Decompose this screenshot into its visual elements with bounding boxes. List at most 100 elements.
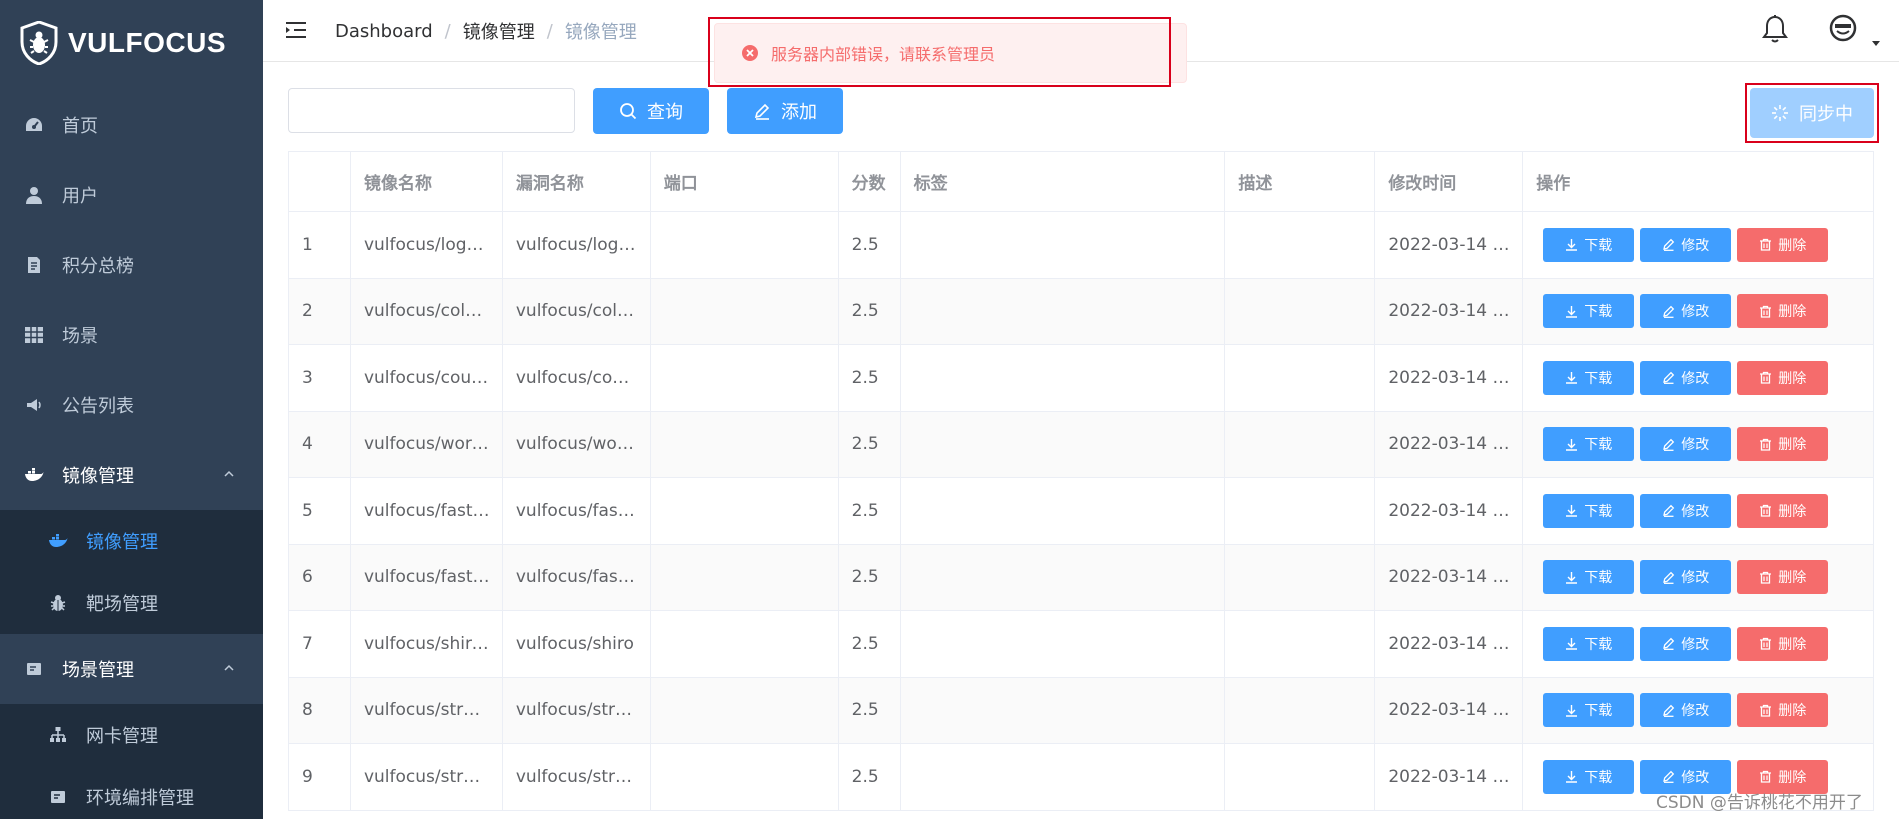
add-button[interactable]: 添加 xyxy=(727,88,843,134)
table-row[interactable]: 7 vulfocus/shiro-721 vulfocus/shiro 2.5 … xyxy=(289,611,1874,678)
sidebar-group-label: 场景管理 xyxy=(62,660,134,681)
cell-score: 2.5 xyxy=(839,411,901,477)
table-row[interactable]: 4 vulfocus/wordpress_cve-2019-9978 vulfo… xyxy=(289,411,1874,478)
table-row[interactable]: 9 vulfocus/struts2-cve_2018_11776 vulfoc… xyxy=(289,744,1874,811)
cell-tag xyxy=(901,544,1226,610)
table-row[interactable]: 3 vulfocus/couchdb-cve_2017_12635 vulfoc… xyxy=(289,345,1874,412)
cell-port xyxy=(651,278,839,344)
download-button[interactable]: 下载 xyxy=(1543,360,1635,395)
edit-button[interactable]: 修改 xyxy=(1640,626,1732,661)
cell-vuln-name: vulfocus/struts2 xyxy=(503,677,651,743)
breadcrumb-item-image-management[interactable]: 镜像管理 xyxy=(463,18,535,44)
cell-score: 2.5 xyxy=(839,212,901,278)
delete-button[interactable]: 删除 xyxy=(1737,493,1829,528)
cell-image-name: vulfocus/struts2-cve_2017_5638 xyxy=(351,677,503,743)
sidebar-item-leaderboard[interactable]: 积分总榜 xyxy=(0,230,263,300)
edit-button[interactable]: 修改 xyxy=(1640,427,1732,462)
edit-icon xyxy=(1663,704,1675,717)
cell-port xyxy=(651,345,839,411)
cell-actions: 下载 修改 删除 xyxy=(1523,478,1874,544)
cell-image-name: vulfocus/struts2-cve_2018_11776 xyxy=(351,744,503,810)
table-row[interactable]: 5 vulfocus/fastjson-cnvd-2019-22238 vulf… xyxy=(289,478,1874,545)
download-button[interactable]: 下载 xyxy=(1543,227,1635,262)
edit-icon xyxy=(754,103,770,120)
cell-description xyxy=(1225,744,1376,810)
avatar[interactable] xyxy=(1829,14,1857,42)
edit-button[interactable]: 修改 xyxy=(1640,693,1732,728)
cell-tag xyxy=(901,478,1226,544)
caret-down-icon[interactable] xyxy=(1871,40,1881,48)
sidebar-item-orchestration-management[interactable]: 环境编排管理 xyxy=(0,766,263,819)
cell-port xyxy=(651,212,839,278)
sidebar-item-scene[interactable]: 场景 xyxy=(0,300,263,370)
edit-icon xyxy=(1663,771,1675,784)
cell-index: 4 xyxy=(289,411,351,477)
cell-actions: 下载 修改 删除 xyxy=(1523,345,1874,411)
table-row[interactable]: 6 vulfocus/fastjson-cnvd-2017-02833 vulf… xyxy=(289,544,1874,611)
edit-button[interactable]: 修改 xyxy=(1640,493,1732,528)
download-button[interactable]: 下载 xyxy=(1543,560,1635,595)
delete-button[interactable]: 删除 xyxy=(1737,560,1829,595)
table-header: 镜像名称 漏洞名称 端口 分数 标签 描述 修改时间 操作 xyxy=(289,152,1874,212)
trash-icon xyxy=(1760,505,1772,517)
download-button[interactable]: 下载 xyxy=(1543,493,1635,528)
delete-button[interactable]: 删除 xyxy=(1737,693,1829,728)
sidebar-item-user[interactable]: 用户 xyxy=(0,160,263,230)
sidebar-item-label: 积分总榜 xyxy=(62,256,134,277)
query-button-label: 查询 xyxy=(647,102,683,123)
cell-index: 9 xyxy=(289,744,351,810)
user-icon xyxy=(24,185,44,205)
download-button[interactable]: 下载 xyxy=(1543,759,1635,794)
delete-button[interactable]: 删除 xyxy=(1737,427,1829,462)
logo[interactable]: VULFOCUS xyxy=(0,0,263,86)
cell-vuln-name: vulfocus/wordpress xyxy=(503,411,651,477)
sidebar-group-image-management[interactable]: 镜像管理 xyxy=(0,440,263,510)
query-button[interactable]: 查询 xyxy=(593,88,709,134)
sidebar-item-range-management[interactable]: 靶场管理 xyxy=(0,572,263,634)
cell-description xyxy=(1225,278,1376,344)
delete-button[interactable]: 删除 xyxy=(1737,294,1829,329)
hamburger-icon[interactable] xyxy=(285,20,307,40)
cell-description xyxy=(1225,677,1376,743)
sidebar-item-label: 首页 xyxy=(62,116,98,137)
breadcrumb-item-dashboard[interactable]: Dashboard xyxy=(335,21,433,42)
edit-button[interactable]: 修改 xyxy=(1640,294,1732,329)
download-button[interactable]: 下载 xyxy=(1543,427,1635,462)
search-input[interactable] xyxy=(288,88,575,133)
add-button-label: 添加 xyxy=(781,102,817,123)
table-row[interactable]: 2 vulfocus/coldfusion-cve_2010_2861 vulf… xyxy=(289,278,1874,345)
download-icon xyxy=(1566,438,1578,451)
sidebar-item-label: 网卡管理 xyxy=(86,726,158,747)
sidebar-group-scene-management[interactable]: 场景管理 xyxy=(0,634,263,704)
cell-score: 2.5 xyxy=(839,611,901,677)
edit-button[interactable]: 修改 xyxy=(1640,560,1732,595)
sidebar-item-home[interactable]: 首页 xyxy=(0,90,263,160)
cell-port xyxy=(651,478,839,544)
edit-button[interactable]: 修改 xyxy=(1640,227,1732,262)
table-row[interactable]: 8 vulfocus/struts2-cve_2017_5638 vulfocu… xyxy=(289,677,1874,744)
sidebar-item-image-management[interactable]: 镜像管理 xyxy=(0,510,263,572)
chevron-up-icon xyxy=(224,470,234,477)
cell-score: 2.5 xyxy=(839,478,901,544)
cell-port xyxy=(651,544,839,610)
download-icon xyxy=(1566,704,1578,717)
cell-modified-time: 2022-03-14 10:00:00 xyxy=(1375,744,1524,810)
download-icon xyxy=(1566,638,1578,650)
cell-tag xyxy=(901,345,1226,411)
download-button[interactable]: 下载 xyxy=(1543,693,1635,728)
delete-button[interactable]: 删除 xyxy=(1737,626,1829,661)
cell-description xyxy=(1225,411,1376,477)
highlight-box-toast xyxy=(708,17,1171,87)
delete-button[interactable]: 删除 xyxy=(1737,360,1829,395)
download-button[interactable]: 下载 xyxy=(1543,294,1635,329)
cell-vuln-name: vulfocus/couchdb xyxy=(503,345,651,411)
bell-icon[interactable] xyxy=(1761,14,1789,44)
cell-actions: 下载 修改 删除 xyxy=(1523,212,1874,278)
sidebar-group-label: 镜像管理 xyxy=(62,466,134,487)
delete-button[interactable]: 删除 xyxy=(1737,227,1829,262)
edit-button[interactable]: 修改 xyxy=(1640,360,1732,395)
download-button[interactable]: 下载 xyxy=(1543,626,1635,661)
sidebar-item-announcements[interactable]: 公告列表 xyxy=(0,370,263,440)
sidebar-item-nic-management[interactable]: 网卡管理 xyxy=(0,704,263,766)
table-row[interactable]: 1 vulfocus/log4j2-rce-2021-12-09:latest … xyxy=(289,212,1874,279)
